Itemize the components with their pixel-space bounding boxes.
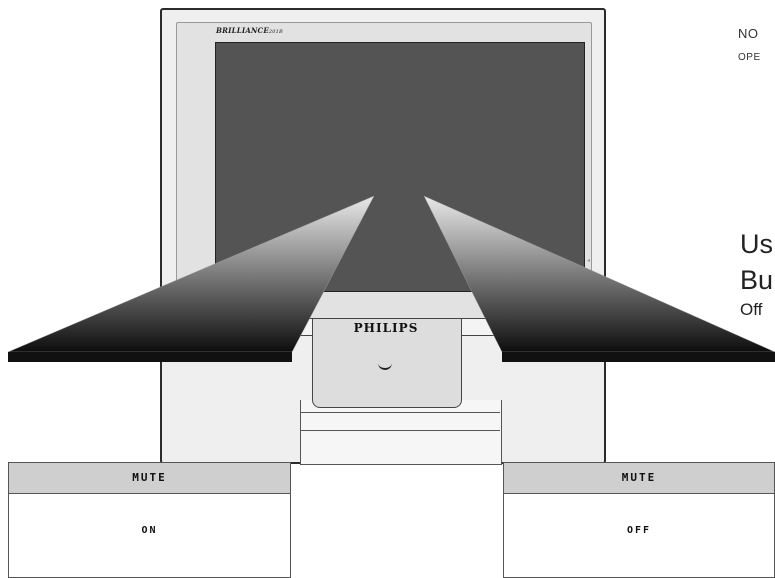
note-subtitle: OPE [738, 52, 761, 63]
left-beam-edge [8, 352, 292, 362]
gap-area [290, 465, 502, 578]
osd-panel-value[interactable]: OFF [504, 525, 774, 536]
osd-panel-header: MUTE [9, 463, 290, 494]
right-beam [423, 195, 775, 353]
left-beam [7, 195, 375, 353]
instruction-line-1: Us [740, 229, 773, 259]
right-beam-edge [502, 352, 775, 362]
note-title: NO [738, 26, 759, 41]
osd-panel-mute-off: MUTE OFF [503, 462, 775, 578]
osd-panel-mute-on: MUTE ON [8, 462, 291, 578]
instruction-line-3: Off [740, 300, 763, 319]
osd-panel-value[interactable]: ON [9, 525, 290, 536]
instruction-line-2: Bu [740, 265, 774, 295]
osd-panel-header: MUTE [504, 463, 774, 494]
